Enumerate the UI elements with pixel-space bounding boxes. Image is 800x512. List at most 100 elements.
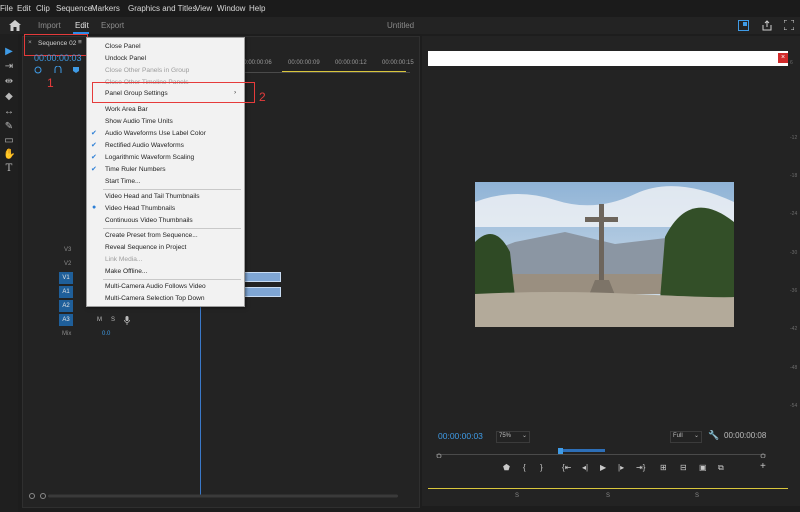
menu-item-time-ruler-numbers[interactable]: Time Ruler Numbers xyxy=(105,166,166,173)
mute-button[interactable]: M xyxy=(97,317,102,323)
overwrite-icon[interactable]: ⊟ xyxy=(680,463,687,472)
solo-button[interactable]: S xyxy=(111,317,115,323)
home-icon[interactable] xyxy=(9,20,21,31)
transport-controls: ⬟ { } {⇤ ◂| ▶ |▸ ⇥} ⊞ ⊟ ▣ ⧉ + xyxy=(500,461,770,475)
menu-help[interactable]: Help xyxy=(249,4,265,13)
pen-tool-icon[interactable]: ✎ xyxy=(3,121,15,133)
audio-meter-tick: -30 xyxy=(790,250,798,256)
menu-item-create-preset[interactable]: Create Preset from Sequence... xyxy=(105,232,198,239)
menu-sequence[interactable]: Sequence xyxy=(56,4,92,13)
menu-item-waveforms-label-color[interactable]: Audio Waveforms Use Label Color xyxy=(105,130,206,137)
menu-item-logarithmic-waveform[interactable]: Logarithmic Waveform Scaling xyxy=(105,154,194,161)
tools-panel: ▶ ⇥ ⇹ ◆ ↔ ✎ ▭ ✋ T xyxy=(0,34,18,512)
microphone-icon[interactable] xyxy=(124,316,130,325)
insert-icon[interactable]: ⊞ xyxy=(660,463,667,472)
type-tool-icon[interactable]: T xyxy=(3,163,15,175)
mark-in-icon[interactable]: { xyxy=(523,463,526,472)
chevron-down-icon: ⌄ xyxy=(521,433,527,439)
sequence-timecode[interactable]: 00:00:00:03 xyxy=(34,53,82,63)
tab-edit[interactable]: Edit xyxy=(75,21,89,30)
menu-view[interactable]: View xyxy=(195,4,212,13)
go-to-out-icon[interactable]: ⇥} xyxy=(636,463,645,472)
menu-item-multicam-selection[interactable]: Multi-Camera Selection Top Down xyxy=(105,295,205,302)
slip-tool-icon[interactable]: ↔ xyxy=(3,106,15,118)
hand-tool-icon[interactable]: ✋ xyxy=(3,149,15,161)
go-to-in-icon[interactable]: {⇤ xyxy=(562,463,571,472)
program-timecode[interactable]: 00:00:00:03 xyxy=(438,431,483,441)
menu-item-work-area-bar[interactable]: Work Area Bar xyxy=(105,106,148,113)
checkmark-icon: ✔ xyxy=(91,166,97,173)
track-target-a3[interactable]: A3 xyxy=(59,314,73,326)
app-header: Import Edit Export Untitled xyxy=(0,17,800,34)
close-button[interactable]: × xyxy=(778,53,788,63)
comparison-view-icon[interactable]: ⧉ xyxy=(718,463,724,473)
audio-meter-tick: -24 xyxy=(790,211,798,217)
menu-item-make-offline[interactable]: Make Offline... xyxy=(105,268,147,275)
checkmark-icon: ✔ xyxy=(91,142,97,149)
menu-graphics-and-titles[interactable]: Graphics and Titles xyxy=(128,4,196,13)
resolution-select[interactable]: Full ⌄ xyxy=(670,431,702,443)
play-icon[interactable]: ▶ xyxy=(600,463,606,472)
camera-icon[interactable]: ▣ xyxy=(699,463,707,472)
step-forward-icon[interactable]: |▸ xyxy=(618,463,624,472)
menu-item-close-panel[interactable]: Close Panel xyxy=(105,43,141,50)
menu-item-head-thumbnails[interactable]: Video Head Thumbnails xyxy=(105,205,175,212)
menu-item-undock-panel[interactable]: Undock Panel xyxy=(105,55,146,62)
quick-export-icon[interactable] xyxy=(738,20,749,31)
audio-clip[interactable] xyxy=(243,287,281,297)
track-target-a1[interactable]: A1 xyxy=(59,286,73,298)
menu-window[interactable]: Window xyxy=(217,4,245,13)
ripple-edit-tool-icon[interactable]: ⇹ xyxy=(3,76,15,88)
menu-item-start-time[interactable]: Start Time... xyxy=(105,178,141,185)
menu-clip[interactable]: Clip xyxy=(36,4,50,13)
menu-separator xyxy=(103,189,241,190)
marker-icon[interactable]: ⬟ xyxy=(503,463,510,472)
track-select-tool-icon[interactable]: ⇥ xyxy=(3,61,15,73)
menu-file[interactable]: File xyxy=(0,4,13,13)
tab-import[interactable]: Import xyxy=(38,21,61,30)
program-scrubber[interactable] xyxy=(436,448,766,458)
menu-item-show-audio-time-units[interactable]: Show Audio Time Units xyxy=(105,118,173,125)
timeline-zoom-scrollbar[interactable] xyxy=(24,492,404,500)
menu-bar: File Edit Clip Sequence Markers Graphics… xyxy=(0,0,800,17)
audio-meter-tick: -18 xyxy=(790,173,798,179)
menu-item-reveal-sequence[interactable]: Reveal Sequence in Project xyxy=(105,244,186,251)
track-target-v1[interactable]: V1 xyxy=(59,272,73,284)
add-marker-icon[interactable] xyxy=(72,66,80,74)
menu-item-head-tail-thumbnails[interactable]: Video Head and Tail Thumbnails xyxy=(105,193,200,200)
menu-item-multicam-audio[interactable]: Multi-Camera Audio Follows Video xyxy=(105,283,206,290)
track-name: V2 xyxy=(64,261,72,267)
program-mini-timeline[interactable] xyxy=(428,488,788,489)
radio-dot-icon: ● xyxy=(92,204,97,211)
work-area-bar[interactable] xyxy=(282,71,406,72)
rectangle-tool-icon[interactable]: ▭ xyxy=(3,135,15,147)
track-target-a2[interactable]: A2 xyxy=(59,300,73,312)
fullscreen-icon[interactable] xyxy=(784,20,794,30)
wrench-icon[interactable]: 🔧 xyxy=(708,430,719,441)
snap-icon[interactable] xyxy=(34,66,42,74)
resolution-value: Full xyxy=(673,433,683,439)
share-icon[interactable] xyxy=(762,20,772,31)
audio-meter-tick: 6 xyxy=(790,60,793,66)
mark-out-icon[interactable]: } xyxy=(540,463,543,472)
audio-meter-tick: -36 xyxy=(790,288,798,294)
linked-selection-icon[interactable] xyxy=(54,66,62,74)
video-clip[interactable] xyxy=(243,272,281,282)
mix-value[interactable]: 0.0 xyxy=(102,331,110,337)
menu-separator xyxy=(103,279,241,280)
track-row-mix: Mix 0.0 xyxy=(22,328,406,341)
panel-context-menu: Close Panel Undock Panel Close Other Pan… xyxy=(86,37,245,307)
add-button-icon[interactable]: + xyxy=(760,461,766,472)
zoom-select[interactable]: 75% ⌄ xyxy=(496,431,530,443)
menu-item-continuous-thumbnails[interactable]: Continuous Video Thumbnails xyxy=(105,217,193,224)
video-frame xyxy=(475,182,734,327)
selection-tool-icon[interactable]: ▶ xyxy=(3,46,15,58)
menu-markers[interactable]: Markers xyxy=(91,4,120,13)
razor-tool-icon[interactable]: ◆ xyxy=(3,91,15,103)
annotation-number-1: 1 xyxy=(47,76,54,90)
tab-export[interactable]: Export xyxy=(101,21,124,30)
menu-edit[interactable]: Edit xyxy=(17,4,31,13)
mix-label: Mix xyxy=(62,331,72,337)
menu-item-rectified-waveforms[interactable]: Rectified Audio Waveforms xyxy=(105,142,184,149)
step-back-icon[interactable]: ◂| xyxy=(582,463,588,472)
